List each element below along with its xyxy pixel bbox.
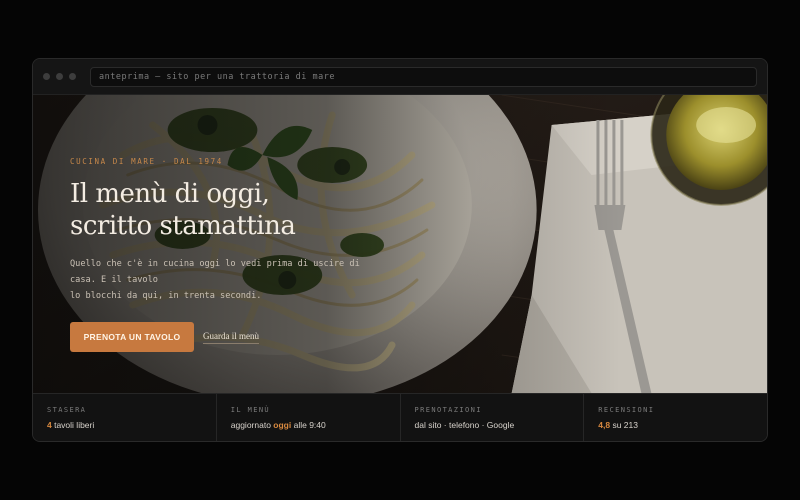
stat-label: IL MENÙ <box>230 406 271 414</box>
stat-tonight: STASERA 4 tavoli liberi <box>33 394 217 441</box>
stat-value: dal sito · telefono · Google <box>414 420 515 430</box>
stat-value-text: su 213 <box>610 420 638 430</box>
stat-value-accent: 4,8 <box>598 420 611 430</box>
stat-label: RECENSIONI <box>598 406 655 414</box>
stat-value-text: alle 9:40 <box>291 420 326 430</box>
minimize-window-dot[interactable] <box>56 73 63 80</box>
browser-window: anteprima — sito per una trattoria di ma… <box>32 58 768 442</box>
stat-label: PRENOTAZIONI <box>414 406 482 414</box>
stat-value-text: aggiornato <box>230 420 274 430</box>
book-table-button[interactable]: PRENOTA UN TAVOLO <box>70 322 194 352</box>
hero-lede-line-1: Quello che c'è in cucina oggi lo vedi pr… <box>70 259 360 285</box>
hero-content: CUCINA DI MARE · DAL 1974 Il menù di ogg… <box>70 157 400 352</box>
maximize-window-dot[interactable] <box>69 73 76 80</box>
hero-headline: Il menù di oggi, scritto stamattina <box>70 178 400 242</box>
hero-headline-line-2: scritto stamattina <box>70 211 296 241</box>
stat-value: 4 tavoli liberi <box>47 420 202 430</box>
stat-value: 4,8 su 213 <box>598 420 753 430</box>
stat-value: aggiornato oggi alle 9:40 <box>231 420 386 430</box>
stat-menu: IL MENÙ aggiornato oggi alle 9:40 <box>217 394 401 441</box>
stat-value-text: tavoli liberi <box>51 420 95 430</box>
address-bar[interactable]: anteprima — sito per una trattoria di ma… <box>90 66 757 87</box>
hero-lede-line-2: lo blocchi da qui, in trenta secondi. <box>70 291 262 301</box>
title-bar: anteprima — sito per una trattoria di ma… <box>33 59 767 95</box>
hero-actions: PRENOTA UN TAVOLO Guarda il menù <box>70 322 400 352</box>
hero-headline-line-1: Il menù di oggi, <box>70 179 270 209</box>
view-menu-link[interactable]: Guarda il menù <box>203 331 259 344</box>
stat-reviews: RECENSIONI 4,8 su 213 <box>584 394 767 441</box>
stat-bookings: PRENOTAZIONI dal sito · telefono · Googl… <box>401 394 585 441</box>
stat-label: STASERA <box>47 406 87 414</box>
hero-section: CUCINA DI MARE · DAL 1974 Il menù di ogg… <box>33 95 767 393</box>
hero-lede: Quello che c'è in cucina oggi lo vedi pr… <box>70 256 380 304</box>
close-window-dot[interactable] <box>43 73 50 80</box>
stat-value-accent: oggi <box>273 420 292 430</box>
hero-eyebrow: CUCINA DI MARE · DAL 1974 <box>70 157 223 166</box>
window-controls <box>43 73 76 80</box>
stats-bar: STASERA 4 tavoli liberi IL MENÙ aggiorna… <box>33 393 767 441</box>
